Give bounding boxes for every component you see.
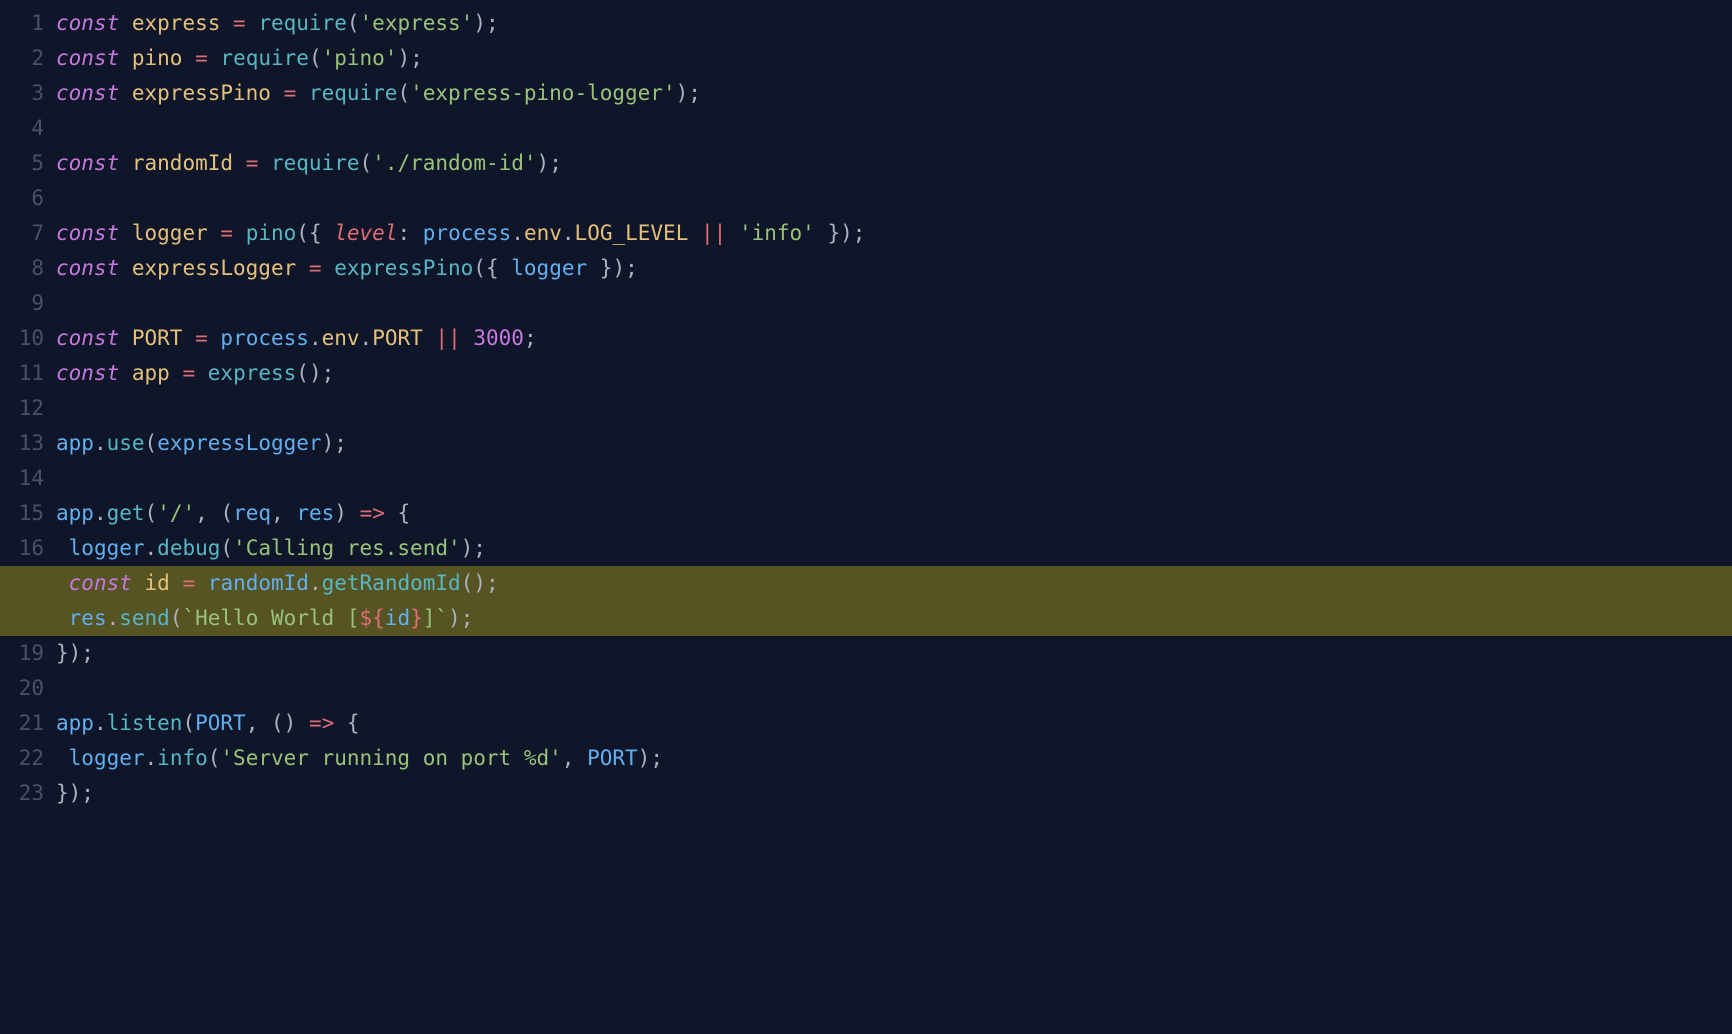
code-line: const PORT = process.env.PORT || 3000; — [56, 321, 1732, 356]
line-number: 14 — [0, 461, 44, 496]
code-editor[interactable]: 1 2 3 4 5 6 7 8 9 10 11 12 13 14 15 16 1… — [0, 0, 1732, 811]
code-line: const expressPino = require('express-pin… — [56, 76, 1732, 111]
code-line: const logger = pino({ level: process.env… — [56, 216, 1732, 251]
code-line: }); — [56, 636, 1732, 671]
code-line: app.use(expressLogger); — [56, 426, 1732, 461]
code-line — [56, 671, 1732, 706]
code-line: const pino = require('pino'); — [56, 41, 1732, 76]
line-number: 13 — [0, 426, 44, 461]
code-line: app.get('/', (req, res) => { — [56, 496, 1732, 531]
code-line: app.listen(PORT, () => { — [56, 706, 1732, 741]
line-number: 21 — [0, 706, 44, 741]
code-line — [56, 111, 1732, 146]
code-line: const express = require('express'); — [56, 6, 1732, 41]
code-line — [56, 461, 1732, 496]
code-line — [56, 181, 1732, 216]
line-number: 19 — [0, 636, 44, 671]
code-line: const app = express(); — [56, 356, 1732, 391]
line-number: 12 — [0, 391, 44, 426]
line-number: 23 — [0, 776, 44, 811]
code-line — [56, 286, 1732, 321]
code-line — [56, 391, 1732, 426]
line-number: 22 — [0, 741, 44, 776]
code-line: logger.debug('Calling res.send'); — [56, 531, 1732, 566]
code-line: const expressLogger = expressPino({ logg… — [56, 251, 1732, 286]
line-number: 11 — [0, 356, 44, 391]
line-number: 9 — [0, 286, 44, 321]
line-number: 16 — [0, 531, 44, 566]
line-number: 8 — [0, 251, 44, 286]
code-area[interactable]: const express = require('express'); cons… — [56, 0, 1732, 811]
line-number: 5 — [0, 146, 44, 181]
line-number: 2 — [0, 41, 44, 76]
code-line: const randomId = require('./random-id'); — [56, 146, 1732, 181]
line-number: 4 — [0, 111, 44, 146]
line-number: 6 — [0, 181, 44, 216]
gutter: 1 2 3 4 5 6 7 8 9 10 11 12 13 14 15 16 1… — [0, 0, 56, 811]
code-line: }); — [56, 776, 1732, 811]
line-number: 7 — [0, 216, 44, 251]
line-number: 10 — [0, 321, 44, 356]
code-line: logger.info('Server running on port %d',… — [56, 741, 1732, 776]
line-number: 20 — [0, 671, 44, 706]
line-number: 3 — [0, 76, 44, 111]
line-number: 15 — [0, 496, 44, 531]
line-number: 1 — [0, 6, 44, 41]
